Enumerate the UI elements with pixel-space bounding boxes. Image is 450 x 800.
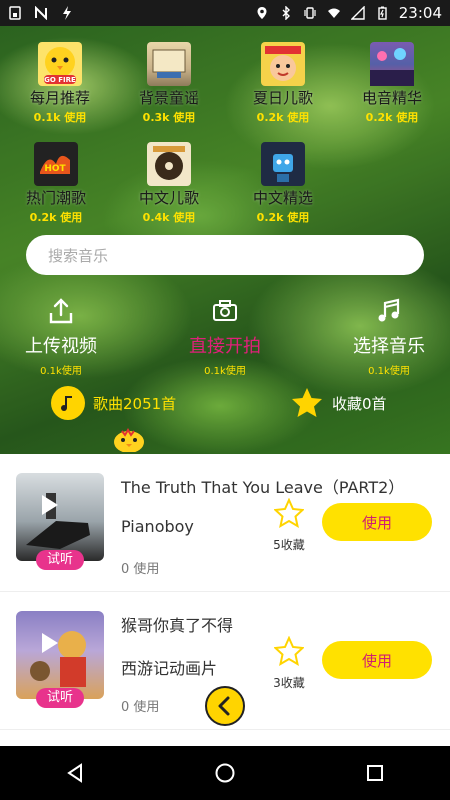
category-hot-songs[interactable]: HOT 热门潮歌 0.2k 使用 [1,142,111,225]
book-cover-icon [152,49,186,78]
action-uses: 0.1k使用 [368,366,410,377]
nav-home-button[interactable] [195,746,255,800]
kids-record-icon [153,146,185,180]
flash-icon [63,6,71,20]
song-artist: Pianoboy [121,517,194,536]
nav-back-icon [67,763,82,783]
nav-back-button[interactable] [45,746,105,800]
upload-icon [49,298,73,324]
nav-recents-icon [367,765,383,781]
robot-icon [273,154,293,182]
use-button[interactable]: 使用 [322,503,432,541]
action-uses: 0.1k使用 [40,366,82,377]
star-icon [292,388,322,417]
signal-icon [350,6,365,20]
search-placeholder: 搜索音乐 [48,246,109,265]
category-thumbnail [147,142,191,186]
star-outline-icon [273,497,305,529]
shoot-directly-button[interactable]: 直接开拍 0.1k使用 [165,296,285,377]
favorite-button[interactable]: 5收藏 [270,497,308,553]
battery-icon [378,6,387,20]
songs-count-text: 歌曲2051首 [93,394,177,413]
category-thumbnail [261,142,305,186]
back-button[interactable] [205,686,245,726]
music-circle-icon [51,386,85,420]
hero-background: GO FIRE 每月推荐 0.1k 使用 背景童谣 0.3k 使用 夏日儿歌 0… [0,26,450,454]
category-chinese-kids[interactable]: 中文儿歌 0.4k 使用 [114,142,224,225]
preview-tag[interactable]: 试听 [36,688,84,708]
search-input[interactable]: 搜索音乐 [26,235,424,275]
category-name: 热门潮歌 [25,189,86,207]
chick-mascot-icon: GO FIRE [44,47,76,84]
status-time: 23:04 [398,4,442,22]
location-icon [257,7,267,19]
category-thumbnail: GO FIRE [38,42,82,86]
category-name: 中文精选 [252,189,313,207]
category-uses: 0.2k 使用 [29,211,83,224]
songs-count[interactable]: 歌曲2051首 [51,386,176,420]
category-name: 背景童谣 [138,89,199,107]
song-artist: 西游记动画片 [121,659,218,678]
concert-lights-icon [370,48,414,86]
status-bar: 23:04 [0,0,450,26]
song-uses: 0 使用 [121,700,160,715]
choose-music-button[interactable]: 选择音乐 0.1k使用 [329,296,449,377]
use-button[interactable]: 使用 [322,641,432,679]
category-thumbnail: HOT [34,142,78,186]
category-uses: 0.3k 使用 [142,111,196,124]
preview-tag[interactable]: 试听 [36,550,84,570]
favorites-count[interactable]: 收藏0首 [290,386,387,420]
wifi-icon [327,8,340,18]
category-monthly[interactable]: GO FIRE 每月推荐 0.1k 使用 [5,42,115,125]
category-uses: 0.2k 使用 [256,111,310,124]
nav-home-icon [215,763,235,783]
category-uses: 0.4k 使用 [142,211,196,224]
svg-text:GO FIRE: GO FIRE [44,76,76,84]
chick-mascot-icon [114,428,144,452]
category-thumbnail [147,42,191,86]
category-name: 中文儿歌 [138,189,199,207]
favorites-count-text: 收藏0首 [332,394,387,413]
favorite-count: 3收藏 [273,676,305,690]
category-summer-songs[interactable]: 夏日儿歌 0.2k 使用 [228,42,338,125]
category-uses: 0.2k 使用 [256,211,310,224]
action-label: 直接开拍 [189,336,261,357]
category-thumbnail [370,42,414,86]
upload-video-button[interactable]: 上传视频 0.1k使用 [1,296,121,377]
play-icon[interactable] [36,492,62,518]
svg-text:HOT: HOT [44,164,66,174]
song-title: 猴哥你真了不得 [121,616,234,635]
category-uses: 0.2k 使用 [365,111,419,124]
nav-recents-button[interactable] [345,746,405,800]
action-label: 选择音乐 [353,336,425,357]
star-outline-icon [273,635,305,667]
song-title: The Truth That You Leave（PART2） [121,478,405,497]
favorite-button[interactable]: 3收藏 [270,635,308,691]
no-sim-icon [35,6,47,20]
category-name: 电音精华 [361,89,422,107]
favorite-count: 5收藏 [273,538,305,552]
action-label: 上传视频 [25,336,97,357]
category-thumbnail [261,42,305,86]
category-uses: 0.1k 使用 [33,111,87,124]
category-electronic[interactable]: 电音精华 0.2k 使用 [337,42,447,125]
hot-badge-icon: HOT [40,155,70,174]
sim-card-icon [9,6,21,20]
music-note-icon [378,298,400,322]
category-chinese-selection[interactable]: 中文精选 0.2k 使用 [228,142,338,225]
action-uses: 0.1k使用 [204,366,246,377]
category-name: 夏日儿歌 [252,89,313,107]
chevron-left-icon [218,696,230,716]
play-icon[interactable] [36,630,62,656]
camera-icon [213,300,237,321]
kid-face-icon [265,46,301,81]
bluetooth-icon [282,6,290,20]
navigation-bar [0,746,450,800]
song-uses: 0 使用 [121,562,160,577]
category-background-rhymes[interactable]: 背景童谣 0.3k 使用 [114,42,224,125]
category-name: 每月推荐 [29,89,90,107]
song-row[interactable]: 试听 The Truth That You Leave（PART2） Piano… [0,454,450,592]
vibrate-icon [304,7,316,19]
